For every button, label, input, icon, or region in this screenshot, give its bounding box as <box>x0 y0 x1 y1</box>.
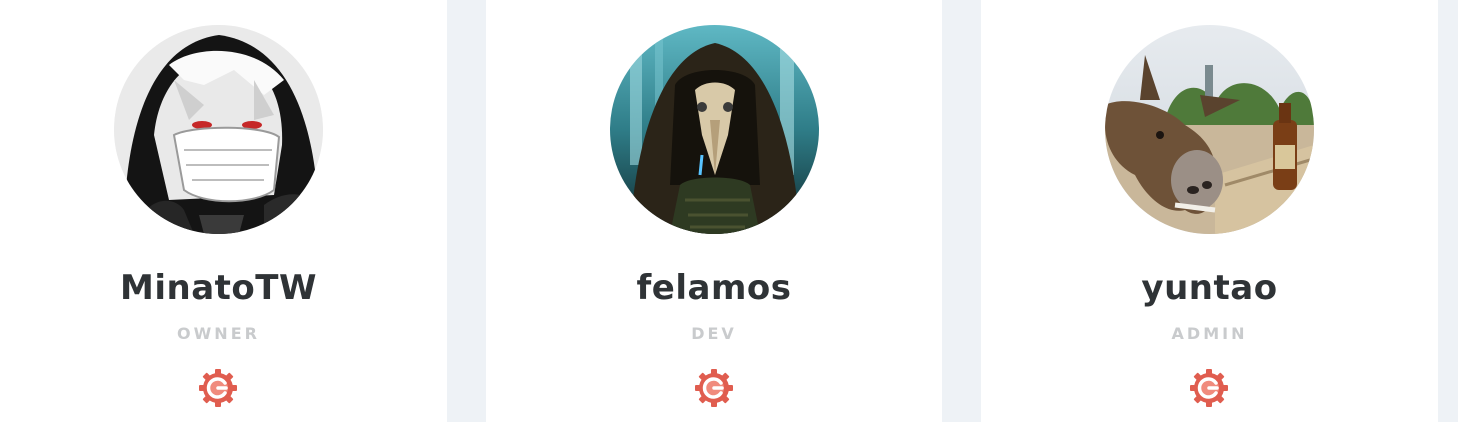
gitea-gear-icon[interactable] <box>1189 368 1229 408</box>
gitea-gear-icon[interactable] <box>198 368 238 408</box>
hooded-anime-character-avatar <box>114 25 323 234</box>
avatar <box>114 25 323 234</box>
member-role: DEV <box>691 324 737 343</box>
member-name: MinatoTW <box>120 268 317 308</box>
avatar <box>1105 25 1314 234</box>
team-member-card-minatotw: MinatoTW OWNER <box>0 0 447 422</box>
member-role: OWNER <box>177 324 260 343</box>
member-role: ADMIN <box>1171 324 1248 343</box>
gitea-gear-icon[interactable] <box>694 368 734 408</box>
team-member-card-yuntao: yuntao ADMIN <box>981 0 1438 422</box>
plague-doctor-avatar <box>610 25 819 234</box>
team-member-card-felamos: felamos DEV <box>486 0 942 422</box>
donkey-photo-avatar <box>1105 25 1314 234</box>
member-name: felamos <box>636 268 792 308</box>
member-name: yuntao <box>1141 268 1278 308</box>
avatar <box>610 25 819 234</box>
